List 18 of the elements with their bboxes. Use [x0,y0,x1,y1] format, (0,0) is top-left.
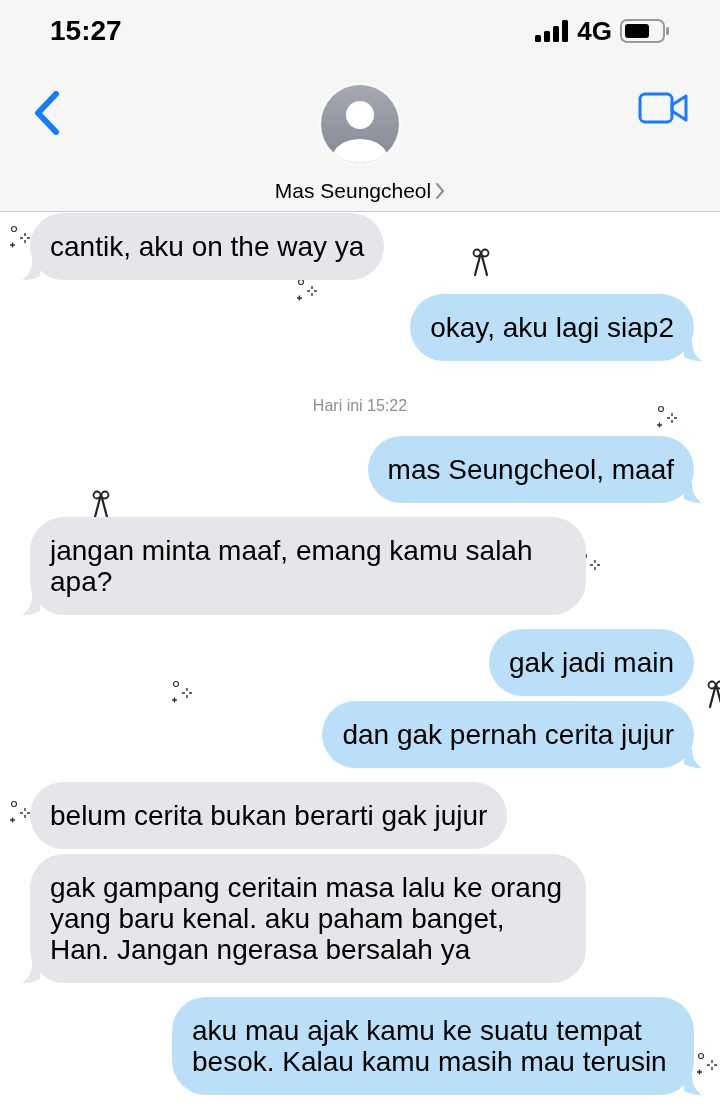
sparkle-icon [695,1052,720,1078]
status-time: 15:27 [50,14,122,48]
bubble-tail [684,341,702,361]
bubble-tail [22,260,40,280]
chevron-icon [435,181,446,200]
network-label: 4G [577,14,612,48]
bubble-tail [684,1075,702,1095]
received-message-bubble: belum cerita bukan berarti gak jujur [30,782,508,849]
contact-name[interactable]: Mas Seungcheol [274,175,446,207]
bubble-tail [684,483,702,503]
bubble-tail [684,748,702,768]
battery-icon [620,19,670,43]
bubble-tail [22,963,40,983]
timestamp: Hari ini 15:22 [312,397,408,415]
signal-icon [535,20,570,42]
video-call-button[interactable] [638,92,690,124]
sent-message-bubble: gak jadi main [489,629,694,696]
bubble-tail [22,595,40,615]
